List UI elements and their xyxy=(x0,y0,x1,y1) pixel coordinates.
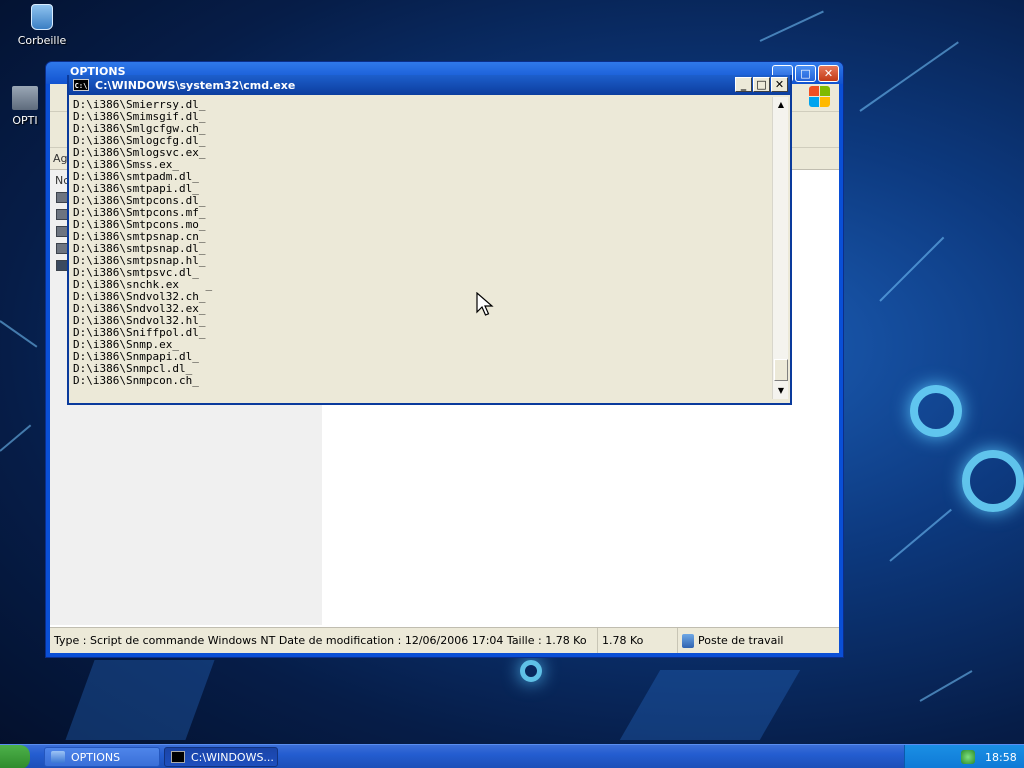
cmd-maximize-button[interactable]: □ xyxy=(753,77,770,92)
clock: 18:58 xyxy=(985,750,1017,764)
recycle-bin-icon xyxy=(31,4,53,30)
taskbar-button-cmd[interactable]: C:\WINDOWS... xyxy=(164,747,278,767)
close-button[interactable]: ✕ xyxy=(818,65,839,82)
scroll-up-arrow-icon[interactable]: ▲ xyxy=(773,97,789,113)
desktop-icon-folder[interactable]: OPTI xyxy=(4,86,46,127)
computer-icon xyxy=(682,633,694,648)
scroll-thumb[interactable] xyxy=(774,359,788,381)
folder-icon xyxy=(12,86,38,110)
system-tray: 18:58 xyxy=(904,745,1024,768)
cmd-close-button[interactable]: ✕ xyxy=(771,77,788,92)
maximize-button[interactable]: □ xyxy=(795,65,816,82)
desktop-icon-label: Corbeille xyxy=(17,34,67,47)
folder-icon xyxy=(51,751,65,763)
cmd-icon: C:\ xyxy=(73,79,89,91)
status-bar: Type : Script de commande Windows NT Dat… xyxy=(50,627,839,653)
taskbar: OPTIONS C:\WINDOWS... EN 18:58 xyxy=(0,744,1024,768)
windows-logo-icon xyxy=(809,86,831,108)
address-label: Ag xyxy=(53,152,68,165)
mouse-cursor-icon xyxy=(476,292,494,316)
network-icon[interactable] xyxy=(961,750,975,764)
console-line: D:\i386\Snmpcon.ch_ xyxy=(73,374,199,387)
cmd-title: C:\WINDOWS\system32\cmd.exe xyxy=(95,78,296,92)
status-details: Type : Script de commande Windows NT Dat… xyxy=(50,628,598,653)
vertical-scrollbar[interactable]: ▲ ▼ xyxy=(772,97,788,399)
cmd-window[interactable]: C:\ C:\WINDOWS\system32\cmd.exe _ □ ✕ D:… xyxy=(67,75,792,405)
console-output[interactable]: D:\i386\Smierrsy.dl_ D:\i386\Smimsgif.dl_… xyxy=(71,97,770,399)
taskbar-button-label: OPTIONS xyxy=(71,750,121,764)
status-location: Poste de travail xyxy=(678,628,787,653)
desktop-icon-label: OPTI xyxy=(12,114,38,127)
cmd-titlebar[interactable]: C:\ C:\WINDOWS\system32\cmd.exe xyxy=(69,75,790,95)
status-size: 1.78 Ko xyxy=(598,628,678,653)
cmd-icon xyxy=(171,751,185,763)
status-location-label: Poste de travail xyxy=(698,634,784,647)
desktop-icon-recycle-bin[interactable]: Corbeille xyxy=(7,4,77,47)
taskbar-button-label: C:\WINDOWS... xyxy=(191,750,274,764)
taskbar-button-options[interactable]: OPTIONS xyxy=(44,747,160,767)
scroll-down-arrow-icon[interactable]: ▼ xyxy=(773,383,789,399)
start-button[interactable] xyxy=(0,745,30,768)
cmd-minimize-button[interactable]: _ xyxy=(735,77,752,92)
